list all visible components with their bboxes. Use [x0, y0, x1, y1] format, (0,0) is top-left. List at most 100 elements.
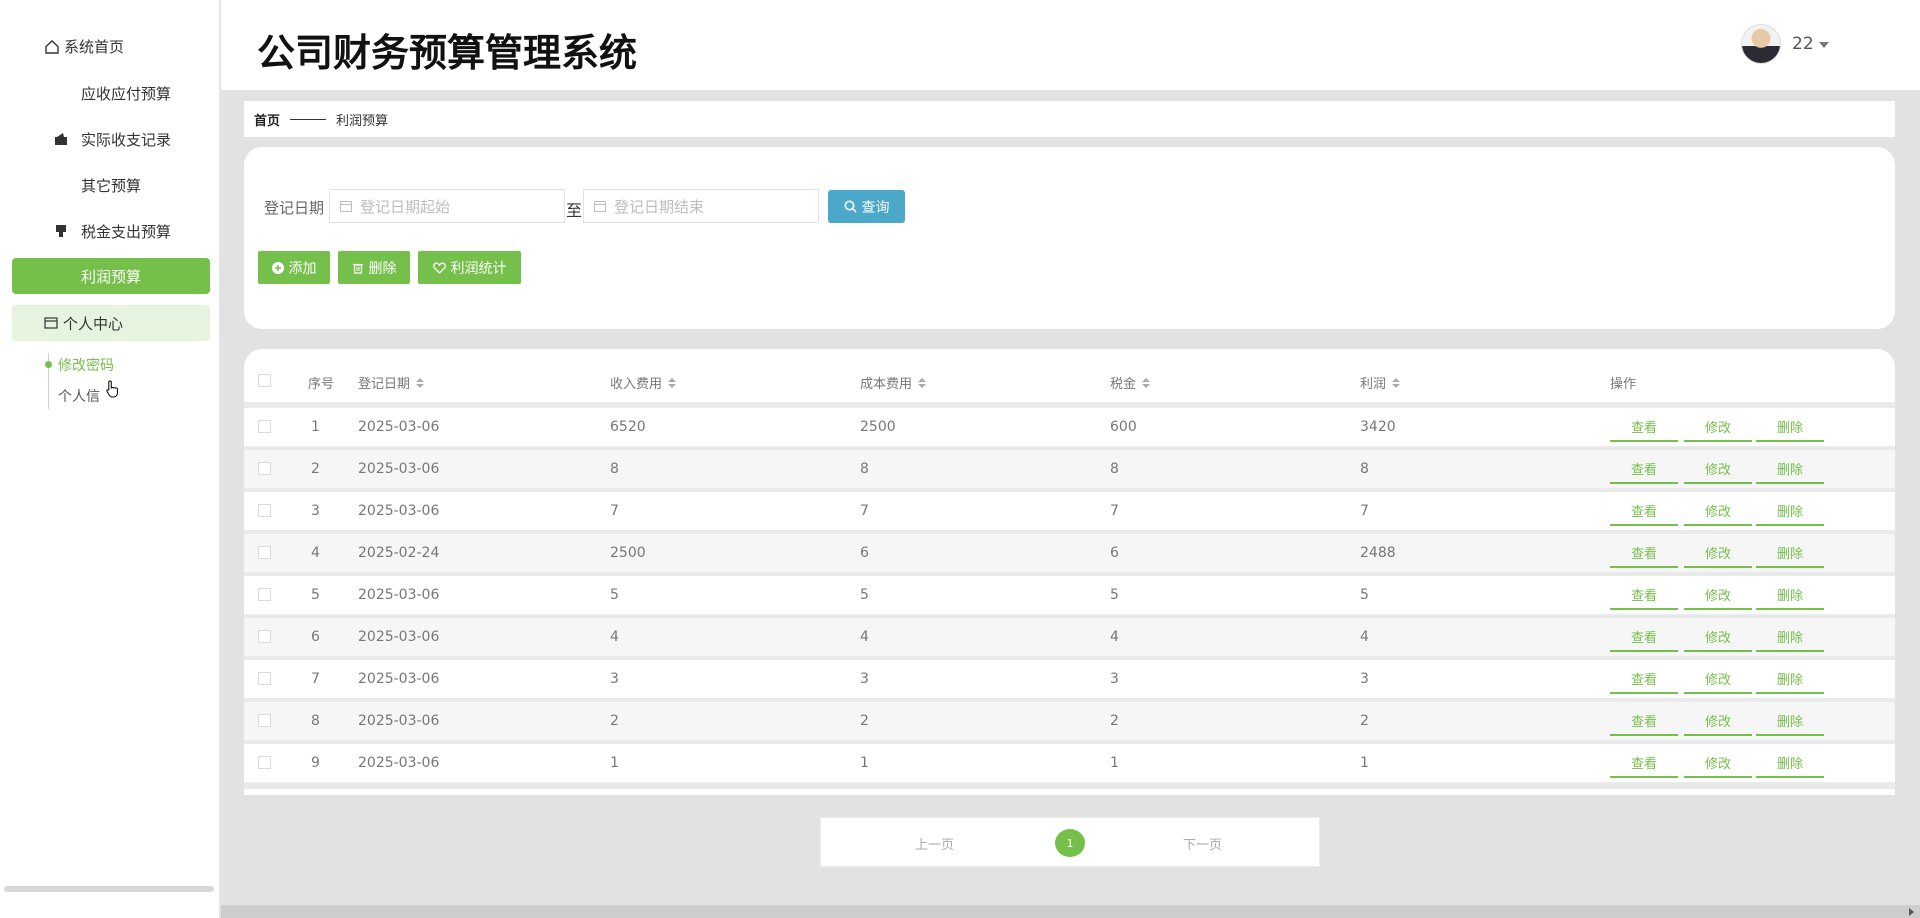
next-page-button[interactable]: 下一页 — [1183, 834, 1222, 853]
edit-button[interactable]: 修改 — [1684, 664, 1752, 694]
edit-button[interactable]: 修改 — [1684, 748, 1752, 778]
row-checkbox[interactable] — [258, 588, 271, 601]
row-checkbox[interactable] — [258, 756, 271, 769]
column-header-income[interactable]: 收入费用 — [610, 373, 677, 392]
date-start-input[interactable]: 登记日期起始 — [329, 189, 565, 223]
data-table: 序号 登记日期 收入费用 成本费用 税金 利润 操作 1 2025-03-06 65… — [244, 349, 1895, 795]
sidebar-item-tax-budget[interactable]: 税金支出预算 — [12, 213, 210, 249]
view-button[interactable]: 查看 — [1610, 664, 1678, 694]
edit-button[interactable]: 修改 — [1684, 496, 1752, 526]
grid-icon — [54, 269, 68, 283]
cell-profit: 5 — [1360, 587, 1369, 603]
trash-icon — [352, 263, 363, 274]
edit-button[interactable]: 修改 — [1684, 412, 1752, 442]
delete-row-button[interactable]: 删除 — [1756, 580, 1824, 610]
cell-tax: 2 — [1110, 713, 1119, 729]
view-button[interactable]: 查看 — [1610, 412, 1678, 442]
row-checkbox[interactable] — [258, 714, 271, 727]
delete-row-button[interactable]: 删除 — [1756, 622, 1824, 652]
calendar-icon — [340, 200, 352, 212]
sidebar-subitem-personal-info[interactable]: 个人信 — [58, 386, 100, 406]
sort-icon[interactable] — [416, 377, 425, 388]
delete-row-button[interactable]: 删除 — [1756, 496, 1824, 526]
page-number-current[interactable]: 1 — [1055, 829, 1085, 857]
delete-row-button[interactable]: 删除 — [1756, 454, 1824, 484]
cell-date: 2025-02-24 — [358, 545, 440, 561]
edit-button[interactable]: 修改 — [1684, 538, 1752, 568]
prev-page-button[interactable]: 上一页 — [915, 834, 954, 853]
cell-cost: 2500 — [860, 419, 896, 435]
delete-row-button[interactable]: 删除 — [1756, 748, 1824, 778]
delete-row-button[interactable]: 删除 — [1756, 706, 1824, 736]
sort-icon[interactable] — [668, 377, 677, 388]
profit-stats-button[interactable]: 利润统计 — [418, 251, 521, 284]
cell-tax: 600 — [1110, 419, 1137, 435]
sidebar-item-home[interactable]: 系统首页 — [44, 36, 124, 57]
plus-circle-icon — [271, 261, 284, 274]
row-checkbox[interactable] — [258, 420, 271, 433]
sidebar-home-label: 系统首页 — [64, 38, 125, 56]
user-name[interactable]: 22 — [1792, 34, 1814, 54]
cell-index: 3 — [311, 503, 320, 519]
hand-cursor-icon — [106, 380, 118, 398]
add-button[interactable]: 添加 — [258, 251, 330, 284]
cell-cost: 4 — [860, 629, 869, 645]
sidebar-group-personal-center[interactable]: 个人中心 — [12, 305, 210, 341]
sort-icon[interactable] — [1142, 377, 1151, 388]
row-checkbox[interactable] — [258, 672, 271, 685]
column-header-tax[interactable]: 税金 — [1110, 373, 1151, 392]
top-header: 公司财务预算管理系统 22 — [221, 0, 1920, 90]
query-button[interactable]: 查询 — [828, 190, 905, 223]
view-button[interactable]: 查看 — [1610, 538, 1678, 568]
chevron-down-icon[interactable] — [1819, 42, 1829, 48]
row-checkbox[interactable] — [258, 462, 271, 475]
cell-cost: 7 — [860, 503, 869, 519]
avatar[interactable] — [1741, 24, 1781, 64]
view-button[interactable]: 查看 — [1610, 622, 1678, 652]
sidebar-item-actual-records[interactable]: 实际收支记录 — [12, 121, 210, 157]
column-header-date[interactable]: 登记日期 — [358, 373, 425, 392]
cell-income: 3 — [610, 671, 619, 687]
cell-cost: 6 — [860, 545, 869, 561]
edit-button[interactable]: 修改 — [1684, 622, 1752, 652]
row-checkbox[interactable] — [258, 504, 271, 517]
sidebar-item-other-budget[interactable]: 其它预算 — [12, 167, 210, 203]
view-button[interactable]: 查看 — [1610, 706, 1678, 736]
sidebar-item-receivable-budget[interactable]: 应收应付预算 — [12, 75, 210, 111]
view-button[interactable]: 查看 — [1610, 748, 1678, 778]
sidebar-item-profit-budget[interactable]: 利润预算 — [12, 258, 210, 294]
horizontal-scrollbar[interactable] — [221, 905, 1920, 918]
cell-income: 6520 — [610, 419, 646, 435]
edit-button[interactable]: 修改 — [1684, 454, 1752, 484]
cell-profit: 2488 — [1360, 545, 1396, 561]
sidebar-subitem-change-password[interactable]: 修改密码 — [58, 355, 114, 375]
cell-cost: 1 — [860, 755, 869, 771]
delete-row-button[interactable]: 删除 — [1756, 412, 1824, 442]
breadcrumb-home[interactable]: 首页 — [254, 110, 280, 129]
delete-button[interactable]: 删除 — [338, 251, 410, 284]
delete-row-button[interactable]: 删除 — [1756, 664, 1824, 694]
cell-tax: 7 — [1110, 503, 1119, 519]
date-end-input[interactable]: 登记日期结束 — [583, 189, 819, 223]
view-button[interactable]: 查看 — [1610, 454, 1678, 484]
row-checkbox[interactable] — [258, 546, 271, 559]
cell-index: 8 — [311, 713, 320, 729]
column-header-cost[interactable]: 成本费用 — [860, 373, 927, 392]
edit-button[interactable]: 修改 — [1684, 706, 1752, 736]
sort-icon[interactable] — [918, 377, 927, 388]
row-checkbox[interactable] — [258, 630, 271, 643]
view-button[interactable]: 查看 — [1610, 496, 1678, 526]
grid-icon — [54, 86, 68, 100]
edit-button[interactable]: 修改 — [1684, 580, 1752, 610]
cell-date: 2025-03-06 — [358, 503, 440, 519]
select-all-checkbox[interactable] — [258, 374, 271, 387]
table-row: 8 2025-03-06 2 2 2 2 查看 修改 删除 — [244, 702, 1895, 740]
column-header-label: 序号 — [308, 377, 335, 392]
cell-index: 7 — [311, 671, 320, 687]
sidebar-scrollbar[interactable] — [4, 886, 214, 892]
delete-row-button[interactable]: 删除 — [1756, 538, 1824, 568]
cell-index: 1 — [311, 419, 320, 435]
sort-icon[interactable] — [1392, 377, 1401, 388]
column-header-profit[interactable]: 利润 — [1360, 373, 1401, 392]
view-button[interactable]: 查看 — [1610, 580, 1678, 610]
